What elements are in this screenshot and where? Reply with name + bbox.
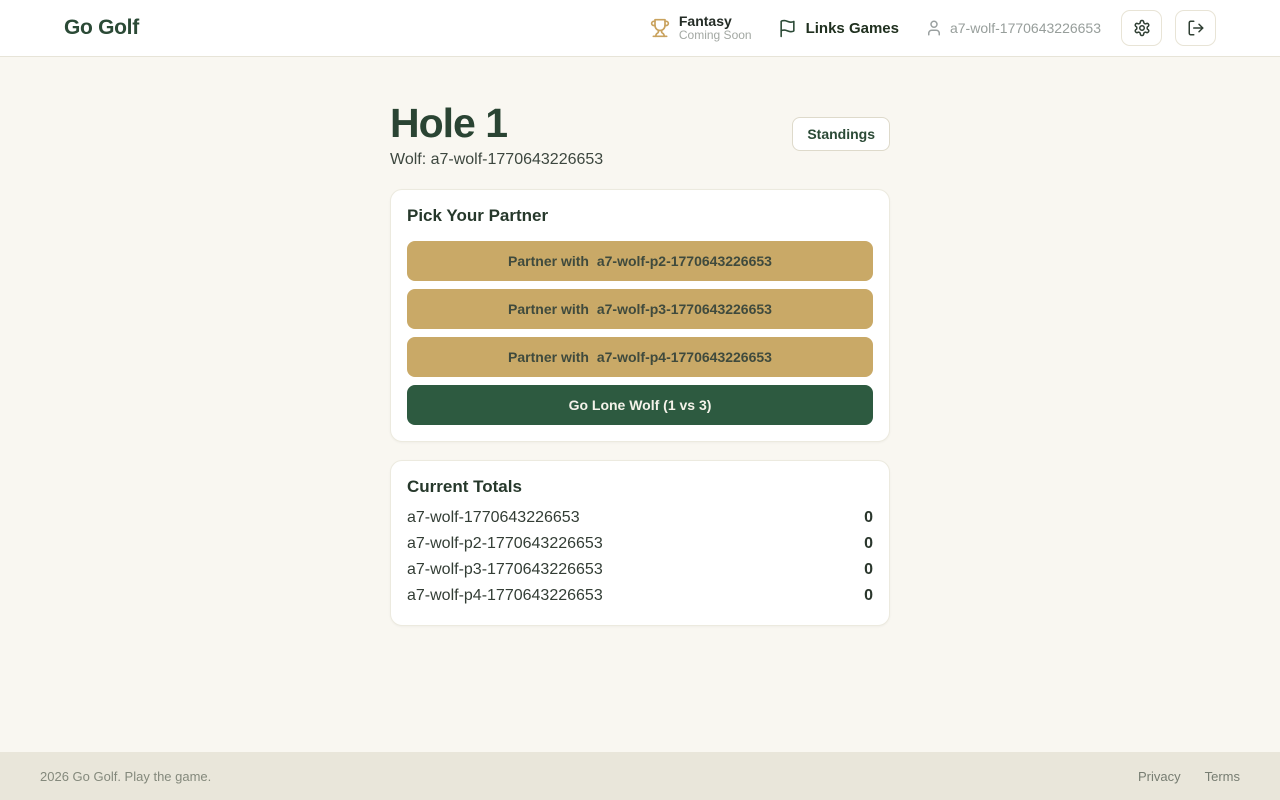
pick-partner-card: Pick Your Partner Partner with a7-wolf-p…	[390, 189, 890, 442]
player-name: a7-wolf-p2-1770643226653	[407, 531, 603, 557]
fantasy-label: Fantasy	[679, 13, 752, 29]
player-total: 0	[864, 505, 873, 531]
links-games-label: Links Games	[806, 20, 899, 37]
logout-icon	[1187, 19, 1205, 37]
player-total: 0	[864, 557, 873, 583]
totals-row: a7-wolf-p3-1770643226653 0	[407, 557, 873, 583]
partner-button-player-name: a7-wolf-p4-1770643226653	[597, 349, 772, 365]
user-id-label: a7-wolf-1770643226653	[950, 20, 1101, 36]
partner-button-prefix: Partner with	[508, 349, 589, 365]
header-nav: Fantasy Coming Soon Links Games a7-wolf-…	[650, 10, 1216, 46]
partner-button-player-name: a7-wolf-p3-1770643226653	[597, 301, 772, 317]
player-name: a7-wolf-p3-1770643226653	[407, 557, 603, 583]
partner-button-p3[interactable]: Partner with a7-wolf-p3-1770643226653	[407, 289, 873, 329]
flag-icon	[778, 19, 797, 38]
logout-button[interactable]	[1175, 10, 1216, 46]
standings-button[interactable]: Standings	[792, 117, 890, 151]
brand-logo[interactable]: Go Golf	[64, 16, 139, 40]
app-footer: 2026 Go Golf. Play the game. Privacy Ter…	[0, 752, 1280, 800]
page-title: Hole 1	[390, 101, 603, 146]
settings-button[interactable]	[1121, 10, 1162, 46]
app-header: Go Golf Fantasy Coming Soon Links Games	[0, 0, 1280, 57]
copyright-text: 2026 Go Golf. Play the game.	[40, 769, 211, 784]
player-name: a7-wolf-p4-1770643226653	[407, 583, 603, 609]
player-total: 0	[864, 531, 873, 557]
partner-button-p2[interactable]: Partner with a7-wolf-p2-1770643226653	[407, 241, 873, 281]
partner-button-p4[interactable]: Partner with a7-wolf-p4-1770643226653	[407, 337, 873, 377]
main-content: Hole 1 Wolf: a7-wolf-1770643226653 Stand…	[0, 57, 1280, 752]
go-lone-wolf-button[interactable]: Go Lone Wolf (1 vs 3)	[407, 385, 873, 425]
trophy-icon	[650, 18, 670, 38]
user-chip: a7-wolf-1770643226653	[925, 19, 1101, 37]
nav-item-fantasy[interactable]: Fantasy Coming Soon	[650, 13, 752, 43]
terms-link[interactable]: Terms	[1205, 769, 1240, 784]
player-total: 0	[864, 583, 873, 609]
player-name: a7-wolf-1770643226653	[407, 505, 580, 531]
current-totals-card: Current Totals a7-wolf-1770643226653 0 a…	[390, 460, 890, 626]
totals-row: a7-wolf-p4-1770643226653 0	[407, 583, 873, 609]
pick-partner-heading: Pick Your Partner	[407, 206, 873, 226]
partner-button-player-name: a7-wolf-p2-1770643226653	[597, 253, 772, 269]
wolf-subtitle: Wolf: a7-wolf-1770643226653	[390, 151, 603, 169]
fantasy-coming-soon-label: Coming Soon	[679, 29, 752, 43]
gear-icon	[1133, 19, 1151, 37]
user-icon	[925, 19, 943, 37]
nav-item-links-games[interactable]: Links Games	[778, 19, 899, 38]
privacy-link[interactable]: Privacy	[1138, 769, 1181, 784]
partner-button-prefix: Partner with	[508, 301, 589, 317]
totals-row: a7-wolf-p2-1770643226653 0	[407, 531, 873, 557]
partner-button-prefix: Partner with	[508, 253, 589, 269]
current-totals-heading: Current Totals	[407, 477, 873, 497]
totals-row: a7-wolf-1770643226653 0	[407, 505, 873, 531]
